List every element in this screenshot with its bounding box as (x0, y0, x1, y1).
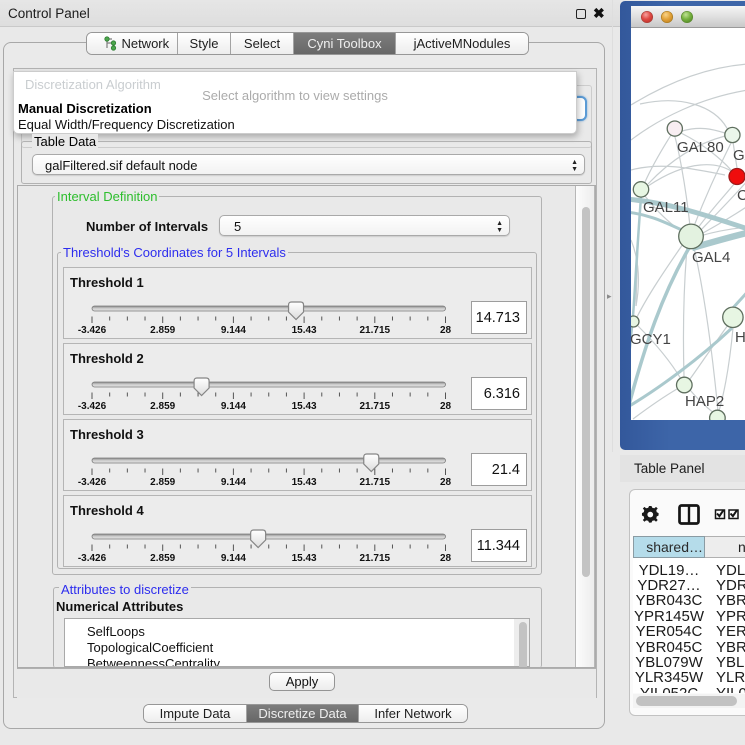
svg-text:GAL80: GAL80 (677, 139, 724, 156)
svg-text:15.43: 15.43 (292, 325, 317, 336)
svg-text:15.43: 15.43 (292, 401, 317, 412)
svg-text:-3.426: -3.426 (78, 325, 107, 336)
svg-text:2.859: 2.859 (150, 477, 175, 488)
svg-text:15.43: 15.43 (292, 553, 317, 564)
svg-text:GCY1: GCY1 (631, 331, 671, 348)
svg-text:9.144: 9.144 (221, 325, 246, 336)
svg-text:21.715: 21.715 (360, 477, 391, 488)
svg-text:21.715: 21.715 (360, 325, 391, 336)
svg-text:28: 28 (440, 325, 452, 336)
svg-text:28: 28 (440, 477, 452, 488)
svg-text:15.43: 15.43 (292, 477, 317, 488)
svg-text:-3.426: -3.426 (78, 401, 107, 412)
svg-text:GAL11: GAL11 (643, 199, 689, 216)
svg-text:28: 28 (440, 401, 452, 412)
svg-text:-3.426: -3.426 (78, 553, 107, 564)
svg-text:9.144: 9.144 (221, 477, 246, 488)
svg-text:H: H (735, 329, 745, 346)
svg-text:28: 28 (440, 553, 452, 564)
svg-text:HAP2: HAP2 (685, 393, 724, 410)
svg-text:2.859: 2.859 (150, 553, 175, 564)
svg-text:-3.426: -3.426 (78, 477, 107, 488)
svg-text:21.715: 21.715 (360, 553, 391, 564)
svg-text:GA: GA (733, 147, 745, 164)
svg-text:9.144: 9.144 (221, 401, 246, 412)
svg-text:2.859: 2.859 (150, 325, 175, 336)
svg-text:GAL4: GAL4 (692, 249, 730, 266)
svg-text:C: C (737, 187, 745, 204)
svg-text:2.859: 2.859 (150, 401, 175, 412)
svg-text:9.144: 9.144 (221, 553, 246, 564)
svg-text:21.715: 21.715 (360, 401, 391, 412)
